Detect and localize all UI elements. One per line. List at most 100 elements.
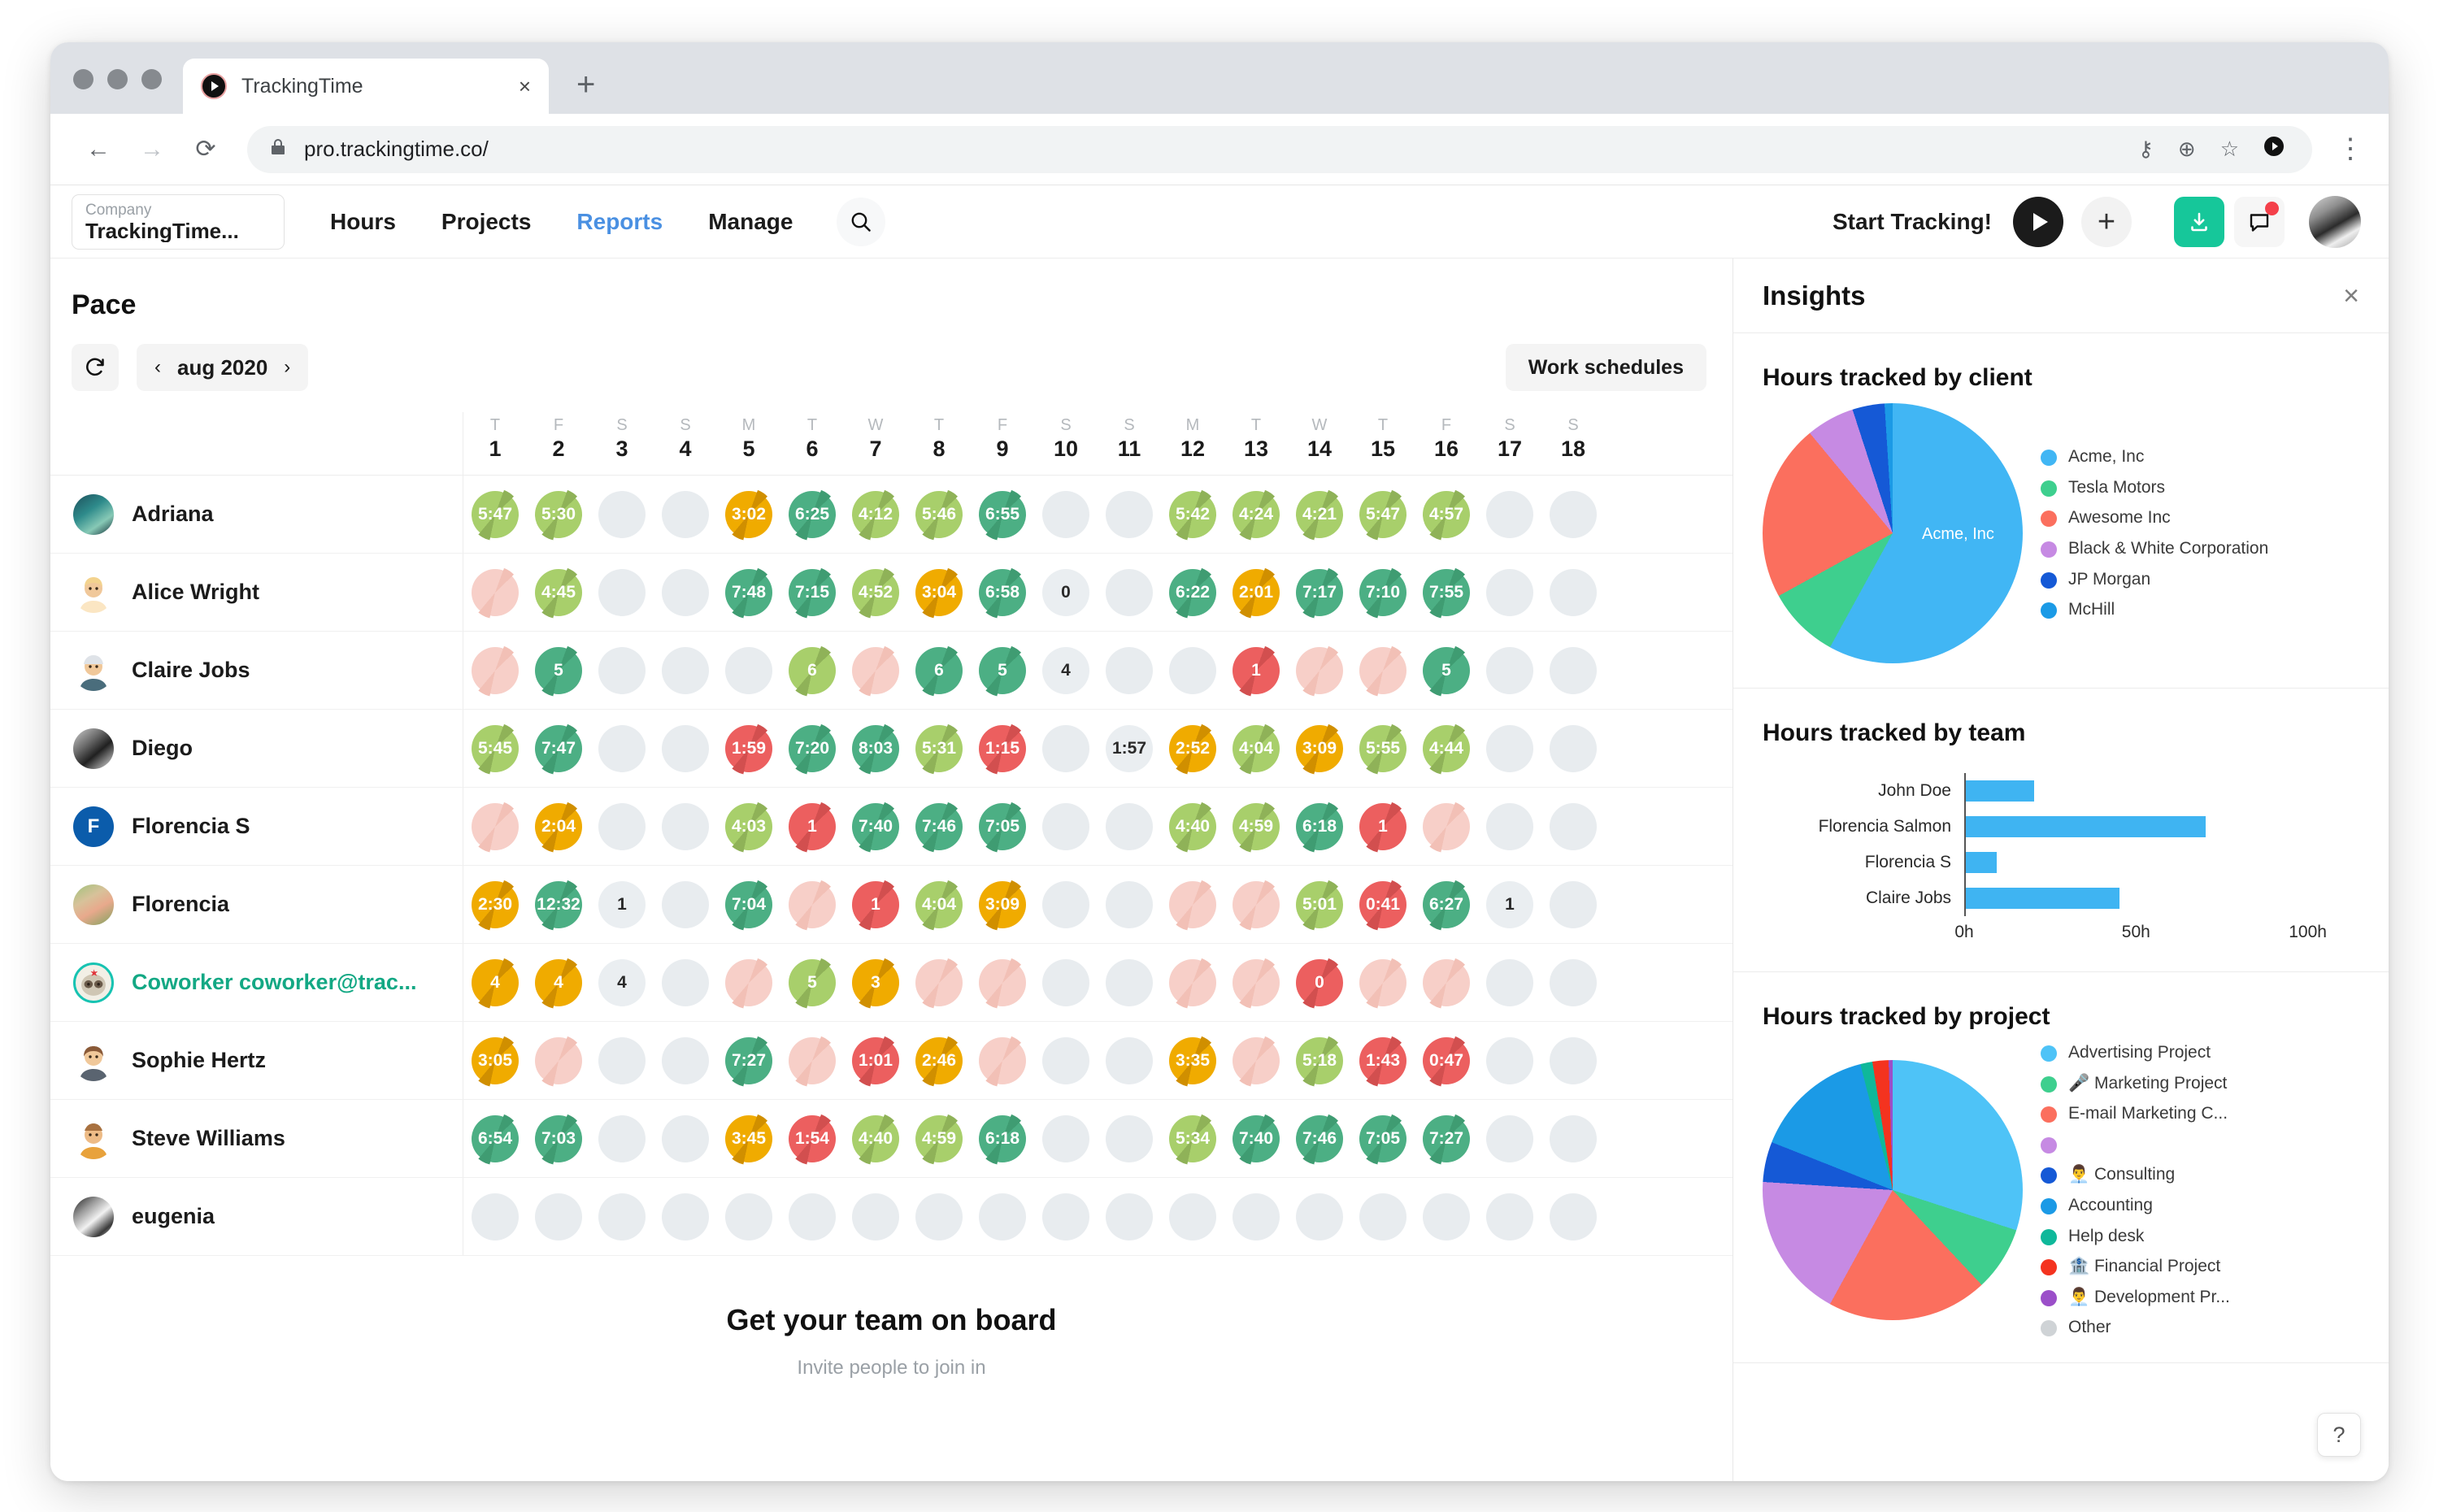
- pace-bubble[interactable]: [1167, 956, 1219, 1009]
- day-cell[interactable]: 7:47: [527, 722, 590, 775]
- work-schedules-button[interactable]: Work schedules: [1505, 344, 1706, 391]
- day-cell[interactable]: [907, 1193, 971, 1240]
- search-icon[interactable]: [837, 197, 886, 246]
- pace-bubble[interactable]: 3:09: [976, 878, 1028, 931]
- table-row[interactable]: Coworker coworker@trac...444530: [50, 944, 1733, 1022]
- pace-bubble[interactable]: [598, 646, 646, 694]
- day-cell[interactable]: [1034, 1036, 1098, 1084]
- pace-bubble[interactable]: 6:58: [976, 566, 1028, 619]
- pace-bubble[interactable]: [976, 1034, 1028, 1087]
- day-cell[interactable]: [590, 1193, 654, 1240]
- pace-bubble[interactable]: [598, 490, 646, 538]
- pace-bubble[interactable]: 4:45: [533, 566, 585, 619]
- pace-bubble[interactable]: [1550, 958, 1597, 1006]
- pace-bubble[interactable]: 7:04: [723, 878, 775, 931]
- day-cell[interactable]: [590, 802, 654, 850]
- day-cell[interactable]: [1098, 646, 1161, 694]
- pace-bubble[interactable]: 2:52: [1167, 722, 1219, 775]
- day-cell[interactable]: [1415, 800, 1478, 853]
- day-cell[interactable]: 5: [1415, 644, 1478, 697]
- day-cell[interactable]: 5:42: [1161, 488, 1224, 541]
- day-cell[interactable]: 4: [1034, 646, 1098, 694]
- add-button[interactable]: +: [2081, 196, 2132, 247]
- bookmark-star-icon[interactable]: ☆: [2220, 137, 2239, 162]
- new-tab-button[interactable]: +: [576, 68, 595, 101]
- table-row[interactable]: Florencia2:3012:3217:0414:043:095:010:41…: [50, 866, 1733, 944]
- table-row[interactable]: Adriana5:475:303:026:254:125:466:555:424…: [50, 476, 1733, 554]
- pace-bubble[interactable]: [915, 1193, 963, 1240]
- pace-bubble[interactable]: 4:44: [1420, 722, 1472, 775]
- day-cell[interactable]: [1034, 880, 1098, 928]
- day-cell[interactable]: 1: [1224, 644, 1288, 697]
- day-cell[interactable]: [590, 1114, 654, 1162]
- pace-bubble[interactable]: [1042, 1036, 1089, 1084]
- day-cell[interactable]: [1541, 1193, 1605, 1240]
- pace-bubble[interactable]: 3:45: [723, 1112, 775, 1165]
- pace-bubble[interactable]: [1486, 1193, 1533, 1240]
- day-cell[interactable]: 5: [527, 644, 590, 697]
- day-cell[interactable]: [1098, 490, 1161, 538]
- pace-bubble[interactable]: [662, 802, 709, 850]
- day-cell[interactable]: 0: [1288, 956, 1351, 1009]
- day-cell[interactable]: [717, 956, 780, 1009]
- day-cell[interactable]: [1478, 1193, 1541, 1240]
- pace-bubble[interactable]: [1550, 1114, 1597, 1162]
- pace-bubble[interactable]: 7:40: [1230, 1112, 1282, 1165]
- start-timer-button[interactable]: [2013, 196, 2063, 247]
- day-cell[interactable]: 2:52: [1161, 722, 1224, 775]
- day-cell[interactable]: 5:01: [1288, 878, 1351, 931]
- day-cell[interactable]: [780, 878, 844, 931]
- day-cell[interactable]: 3:02: [717, 488, 780, 541]
- day-cell[interactable]: [780, 1193, 844, 1240]
- day-cell[interactable]: 5:31: [907, 722, 971, 775]
- prev-month-icon[interactable]: ‹: [154, 358, 161, 377]
- pace-bubble[interactable]: [1230, 878, 1282, 931]
- day-cell[interactable]: [1034, 490, 1098, 538]
- day-cell[interactable]: [1351, 1193, 1415, 1240]
- pace-bubble[interactable]: 7:40: [850, 800, 902, 853]
- pace-bubble[interactable]: 3: [850, 956, 902, 1009]
- day-cell[interactable]: [717, 1193, 780, 1240]
- day-cell[interactable]: 7:15: [780, 566, 844, 619]
- day-cell[interactable]: 1:54: [780, 1112, 844, 1165]
- pace-bubble[interactable]: 7:17: [1293, 566, 1346, 619]
- pace-bubble[interactable]: 1: [598, 880, 646, 928]
- day-cell[interactable]: [780, 1034, 844, 1087]
- day-cell[interactable]: 5: [780, 956, 844, 1009]
- pace-bubble[interactable]: 6:18: [1293, 800, 1346, 853]
- day-cell[interactable]: 7:03: [527, 1112, 590, 1165]
- pace-bubble[interactable]: [1106, 1036, 1153, 1084]
- day-cell[interactable]: 3:35: [1161, 1034, 1224, 1087]
- table-row[interactable]: Steve Williams 6:547:03 3:451:544:404:596:…: [50, 1100, 1733, 1178]
- day-cell[interactable]: [1161, 1193, 1224, 1240]
- legend-item[interactable]: Acme, Inc: [2041, 446, 2268, 467]
- pace-bubble[interactable]: 0:47: [1420, 1034, 1472, 1087]
- legend-item[interactable]: McHill: [2041, 599, 2268, 620]
- pace-bubble[interactable]: [662, 568, 709, 616]
- day-cell[interactable]: 5:30: [527, 488, 590, 541]
- pie-client-graphic[interactable]: Acme, Inc: [1763, 403, 2023, 663]
- pace-bubble[interactable]: 0:41: [1357, 878, 1409, 931]
- day-cell[interactable]: [527, 1193, 590, 1240]
- forward-icon[interactable]: →: [128, 126, 176, 173]
- pace-bubble[interactable]: 4:40: [1167, 800, 1219, 853]
- day-cell[interactable]: [590, 490, 654, 538]
- day-cell[interactable]: [1541, 958, 1605, 1006]
- pace-bubble[interactable]: [1420, 956, 1472, 1009]
- extension-trackingtime-icon[interactable]: [2263, 136, 2285, 163]
- pace-bubble[interactable]: 1: [1230, 644, 1282, 697]
- pace-bubble[interactable]: [913, 956, 965, 1009]
- pace-bubble[interactable]: 4:12: [850, 488, 902, 541]
- window-traffic-lights[interactable]: [73, 69, 162, 89]
- pace-bubble[interactable]: 5: [533, 644, 585, 697]
- pace-bubble[interactable]: 6:55: [976, 488, 1028, 541]
- day-cell[interactable]: [1098, 958, 1161, 1006]
- day-cell[interactable]: [1098, 802, 1161, 850]
- pace-bubble[interactable]: 4: [598, 958, 646, 1006]
- pace-bubble[interactable]: 2:04: [533, 800, 585, 853]
- day-cell[interactable]: 6:55: [971, 488, 1034, 541]
- day-cell[interactable]: 6: [907, 644, 971, 697]
- day-cell[interactable]: [1098, 1114, 1161, 1162]
- pace-bubble[interactable]: 4:21: [1293, 488, 1346, 541]
- pace-bubble[interactable]: 5:45: [469, 722, 521, 775]
